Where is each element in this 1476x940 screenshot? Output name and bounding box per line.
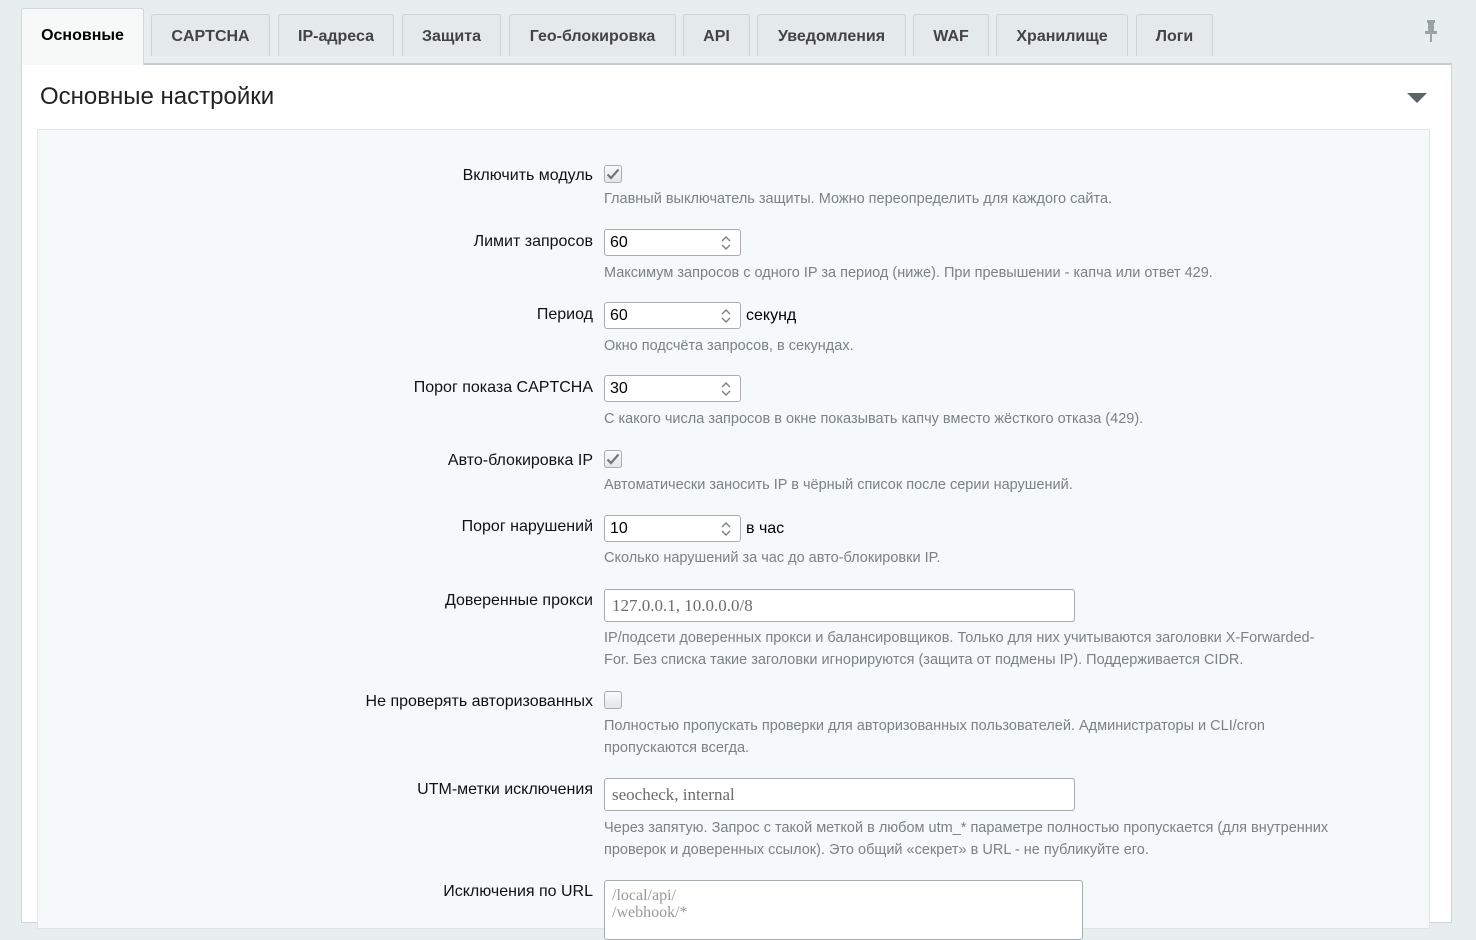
trusted-proxies-hint-line: IP/подсети доверенных прокси и балансиро… <box>604 630 1315 646</box>
spinner-arrows-icon[interactable] <box>716 518 736 540</box>
violations-threshold-label: Порог нарушений <box>461 518 593 535</box>
tab-waf[interactable]: WAF <box>913 14 989 56</box>
trusted-proxies-input[interactable]: 127.0.0.1, 10.0.0.0/8 <box>604 589 1075 622</box>
skip-authorized-checkbox[interactable] <box>604 691 622 709</box>
trusted-proxies-hint-line: For. Без списка такие заголовки игнориру… <box>604 652 1244 668</box>
settings-panel: Основные настройки Включить модуль Главн… <box>21 63 1452 940</box>
pin-icon[interactable] <box>1422 18 1440 44</box>
captcha-threshold-label: Порог показа CAPTCHA <box>413 379 593 396</box>
enable-module-checkbox[interactable] <box>604 165 622 183</box>
request-limit-label: Лимит запросов <box>473 233 593 250</box>
checkmark-icon <box>606 453 620 465</box>
tab-main[interactable]: Основные <box>21 8 144 65</box>
spinner-arrows-icon[interactable] <box>716 305 736 327</box>
request-limit-hint: Максимум запросов с одного IP за период … <box>604 265 1213 281</box>
request-limit-input[interactable]: 60 <box>604 229 741 256</box>
trusted-proxies-label: Доверенные прокси <box>444 592 593 609</box>
utm-exclusions-hint: Через запятую. Запрос с такой меткой в л… <box>604 817 1364 861</box>
url-exclusion-line: /local/api/ <box>612 887 676 904</box>
spinner-arrows-icon[interactable] <box>716 378 736 400</box>
skip-authorized-hint-line: Полностью пропускать проверки для автори… <box>604 718 1265 734</box>
tab-captcha[interactable]: CAPTCHA <box>151 14 270 56</box>
tab-logs[interactable]: Логи <box>1136 14 1213 56</box>
tab-ip-addresses[interactable]: IP-адреса <box>278 14 394 56</box>
tab-label: Хранилище <box>1016 27 1108 45</box>
panel-title: Основные настройки <box>40 83 275 110</box>
violations-threshold-input[interactable]: 10 <box>604 515 741 542</box>
captcha-threshold-input[interactable]: 30 <box>604 375 741 402</box>
tab-bar: Основные CAPTCHA IP-адреса Защита Гео-бл… <box>21 8 1452 65</box>
violations-threshold-value: 10 <box>610 519 628 537</box>
violations-threshold-hint: Сколько нарушений за час до авто-блокиро… <box>604 550 941 566</box>
skip-authorized-hint-line: пропускаются всегда. <box>604 740 750 756</box>
tab-label: API <box>703 27 730 45</box>
period-value: 60 <box>610 306 628 324</box>
period-unit: секунд <box>746 306 797 324</box>
period-label: Период <box>536 306 593 323</box>
tab-label: Уведомления <box>777 27 886 45</box>
period-input[interactable]: 60 <box>604 302 741 329</box>
tab-label: Гео-блокировка <box>529 27 656 45</box>
spinner-arrows-icon[interactable] <box>716 232 736 254</box>
url-exclusions-label: Исключения по URL <box>443 883 593 900</box>
tab-protection[interactable]: Защита <box>402 14 501 56</box>
skip-authorized-hint: Полностью пропускать проверки для автори… <box>604 715 1364 759</box>
violations-unit: в час <box>746 519 785 537</box>
url-exclusions-textarea[interactable]: /local/api/ /webhook/* <box>604 880 1083 940</box>
enable-module-label: Включить модуль <box>462 167 593 184</box>
settings-form: Включить модуль Главный выключатель защи… <box>37 129 1430 940</box>
utm-exclusions-hint-line: Через запятую. Запрос с такой меткой в л… <box>604 820 1329 836</box>
tab-label: Основные <box>41 27 124 44</box>
trusted-proxies-hint: IP/подсети доверенных прокси и балансиро… <box>604 627 1364 671</box>
enable-module-hint: Главный выключатель защиты. Можно переоп… <box>604 191 1113 207</box>
utm-exclusions-input[interactable]: seocheck, internal <box>604 778 1075 811</box>
autoblock-hint: Автоматически заносить IP в чёрный списо… <box>604 477 1073 493</box>
utm-exclusions-label: UTM-метки исключения <box>417 781 593 798</box>
tab-notifications[interactable]: Уведомления <box>757 14 906 56</box>
tab-label: CAPTCHA <box>171 27 250 45</box>
autoblock-label: Авто-блокировка IP <box>447 452 593 469</box>
captcha-threshold-value: 30 <box>610 379 628 397</box>
collapse-arrow-icon[interactable] <box>1407 93 1427 103</box>
tab-label: Защита <box>422 27 481 45</box>
utm-exclusions-hint-line: проверок и доверенных ссылок). Это общий… <box>604 842 1149 858</box>
tab-label: Логи <box>1155 27 1194 45</box>
request-limit-value: 60 <box>610 233 628 251</box>
captcha-threshold-hint: С какого числа запросов в окне показыват… <box>604 411 1144 427</box>
autoblock-checkbox[interactable] <box>604 450 622 468</box>
tab-geo-blocking[interactable]: Гео-блокировка <box>509 14 676 56</box>
skip-authorized-label: Не проверять авторизованных <box>365 693 593 710</box>
period-hint: Окно подсчёта запросов, в секундах. <box>604 338 854 354</box>
tab-label: WAF <box>933 27 969 45</box>
tab-api[interactable]: API <box>683 14 750 56</box>
tab-storage[interactable]: Хранилище <box>996 14 1128 56</box>
checkmark-icon <box>606 168 620 180</box>
tab-label: IP-адреса <box>298 27 374 45</box>
